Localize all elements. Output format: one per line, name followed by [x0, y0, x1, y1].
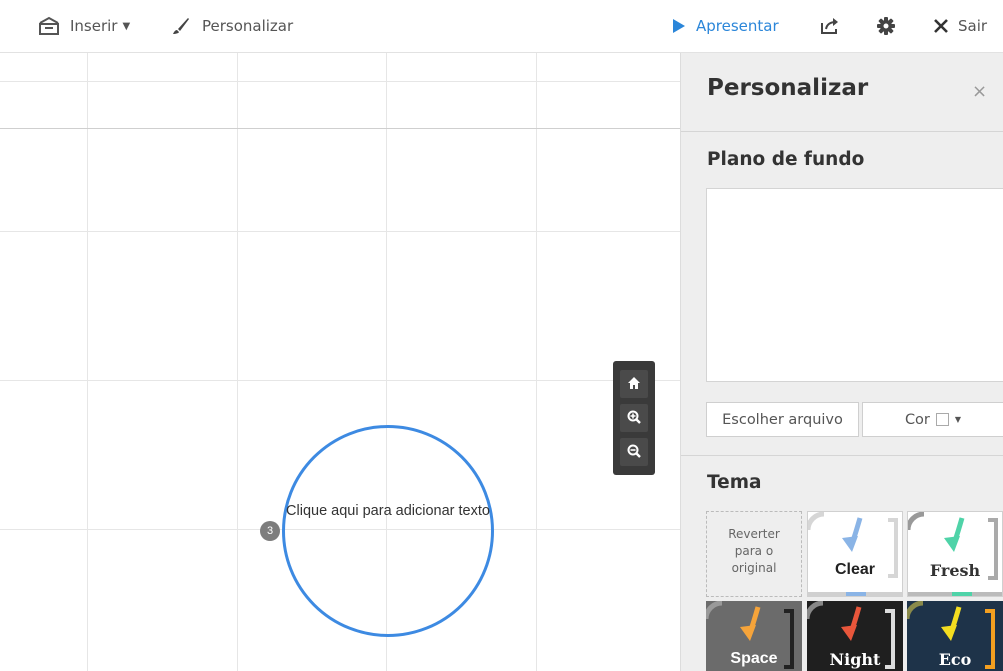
theme-fresh-label: Fresh [929, 561, 981, 580]
color-label: Cor [904, 411, 930, 428]
customize-label: Personalizar [202, 17, 294, 35]
share-icon [820, 17, 840, 35]
home-button[interactable] [620, 370, 648, 398]
caret-down-icon: ▼ [122, 20, 131, 32]
customize-button[interactable]: Personalizar [172, 0, 293, 52]
insert-menu-button[interactable]: Inserir ▼ [38, 0, 130, 52]
theme-clear-label: Clear [834, 561, 876, 578]
grid-line [0, 380, 680, 381]
background-preview[interactable] [706, 188, 1003, 382]
grid-line [87, 53, 88, 671]
presentation-circle[interactable] [282, 425, 494, 637]
theme-clear-art [808, 512, 902, 596]
theme-space[interactable]: Space [706, 601, 802, 671]
theme-night[interactable]: Night [807, 601, 903, 671]
present-label: Apresentar [696, 17, 779, 35]
settings-button[interactable] [877, 0, 895, 52]
insert-label: Inserir [70, 17, 118, 35]
divider [681, 131, 1003, 132]
play-icon [672, 18, 686, 34]
panel-close-button[interactable]: × [972, 81, 987, 102]
exit-button[interactable]: Sair [934, 0, 987, 52]
theme-space-label: Space [730, 650, 778, 667]
theme-night-label: Night [829, 650, 881, 669]
theme-eco-label: Eco [938, 650, 972, 669]
zoom-out-button[interactable] [620, 438, 648, 466]
close-icon [934, 19, 948, 33]
panel-title: Personalizar [707, 75, 869, 101]
grid-line [0, 81, 680, 82]
color-swatch [935, 413, 949, 426]
zoom-in-icon [627, 409, 641, 428]
zoom-controls [613, 361, 655, 475]
theme-fresh-art [908, 512, 1002, 596]
grid-line [237, 53, 238, 671]
color-picker-button[interactable]: Cor ▼ [862, 402, 1003, 437]
canvas[interactable]: Clique aqui para adicionar texto 3 [0, 53, 680, 671]
theme-section-title: Tema [707, 472, 762, 493]
revert-label: Reverter para o original [728, 527, 780, 575]
background-section-title: Plano de fundo [707, 149, 865, 170]
theme-eco[interactable]: Eco [907, 601, 1003, 671]
choose-file-button[interactable]: Escolher arquivo [706, 402, 859, 437]
gear-icon [877, 17, 895, 35]
grid-line [0, 128, 680, 129]
home-icon [627, 375, 641, 394]
customize-panel: Personalizar × Plano de fundo Escolher a… [680, 53, 1003, 671]
caret-down-icon: ▼ [954, 415, 962, 424]
brush-icon [172, 17, 190, 35]
theme-clear[interactable]: Clear [807, 511, 903, 597]
zoom-out-icon [627, 443, 641, 462]
present-button[interactable]: Apresentar [672, 0, 779, 52]
exit-label: Sair [958, 17, 988, 35]
step-number-badge[interactable]: 3 [260, 521, 280, 541]
grid-line [0, 231, 680, 232]
circle-text[interactable]: Clique aqui para adicionar texto [282, 503, 494, 520]
grid-line [536, 53, 537, 671]
divider [681, 455, 1003, 456]
insert-icon [38, 16, 60, 36]
revert-theme-button[interactable]: Reverter para o original [706, 511, 802, 597]
zoom-in-button[interactable] [620, 404, 648, 432]
theme-fresh[interactable]: Fresh [907, 511, 1003, 597]
top-toolbar: Inserir ▼ Personalizar Apresentar Sair [0, 0, 1003, 53]
share-button[interactable] [820, 0, 840, 52]
